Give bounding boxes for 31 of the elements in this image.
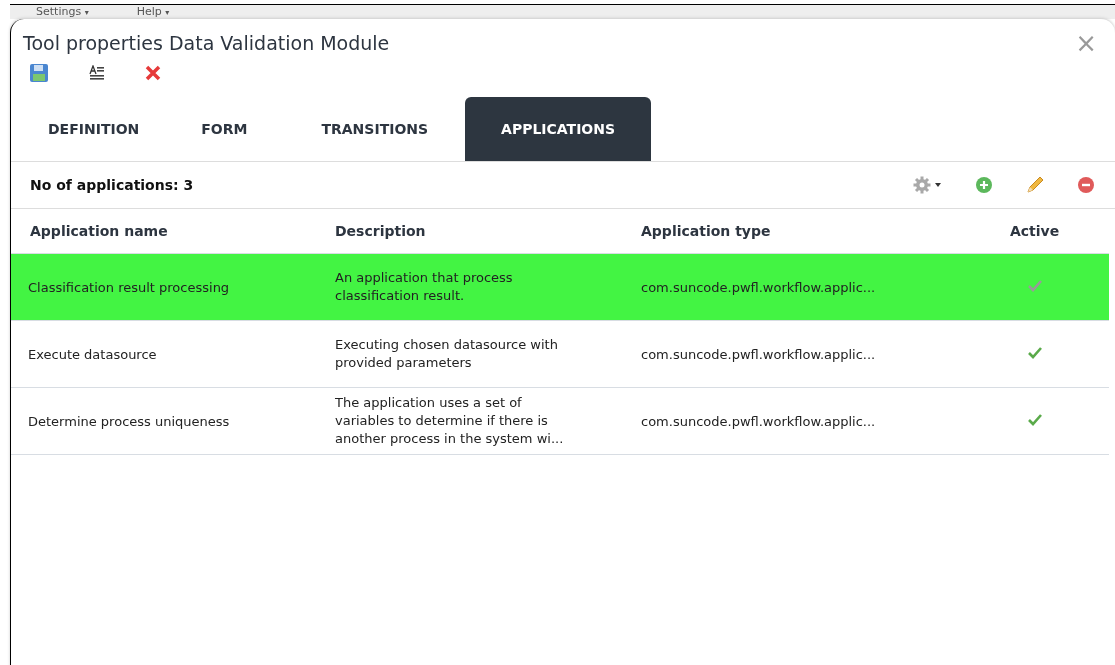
settings-icon[interactable] xyxy=(913,176,943,194)
tab[interactable]: APPLICATIONS xyxy=(465,97,652,161)
table-cell-text: com.suncode.pwfl.workflow.applic... xyxy=(640,279,877,295)
table-cell-text: Determine process uniqueness xyxy=(27,413,231,429)
menu-item[interactable]: Help ▾ xyxy=(136,5,170,19)
pencil-icon[interactable] xyxy=(1025,175,1045,195)
remove-icon[interactable] xyxy=(1077,176,1095,194)
column-header[interactable]: Application type xyxy=(624,223,964,239)
table-row[interactable]: Classification result processing An application that process classification result. com.suncode.pwfl.workflow.applic... xyxy=(11,254,1109,321)
table-cell-text: com.suncode.pwfl.workflow.applic... xyxy=(640,346,877,362)
table-row[interactable]: Determine process uniqueness The application uses a set of variables to determine if there is another process in the system wi... com.suncode.pwfl.workflow.applic... xyxy=(11,388,1109,455)
add-icon[interactable] xyxy=(975,176,993,194)
window-title: Tool properties Data Validation Module xyxy=(23,32,390,54)
table-cell-text: com.suncode.pwfl.workflow.applic... xyxy=(640,413,877,429)
table-cell-text: The application uses a set of variables to determine if there is another process in the system wi... xyxy=(334,394,565,448)
table-cell-text: Classification result processing xyxy=(27,279,231,295)
table-cell-text: Execute datasource xyxy=(27,346,158,362)
application-count: No of applications: 3 xyxy=(30,177,194,193)
table-cell-text: An application that process classification result. xyxy=(334,269,514,305)
menu-item[interactable]: Settings ▾ xyxy=(36,5,89,19)
tab[interactable]: TRANSITIONS xyxy=(302,97,466,161)
column-header[interactable]: Description xyxy=(318,222,624,240)
table-row[interactable]: Execute datasource Executing chosen datasource with provided parameters com.suncode.pwfl.workflow.applic... xyxy=(11,321,1109,388)
save-icon[interactable] xyxy=(29,63,49,83)
text-format-icon[interactable] xyxy=(89,65,105,81)
table-cell-text: Executing chosen datasource with provided parameters xyxy=(334,336,559,372)
tab[interactable]: FORM xyxy=(176,97,303,161)
delete-icon[interactable] xyxy=(145,65,161,81)
column-header[interactable]: Active xyxy=(964,223,1094,239)
column-header[interactable]: Application name xyxy=(11,223,318,239)
tab[interactable]: DEFINITION xyxy=(29,97,177,161)
